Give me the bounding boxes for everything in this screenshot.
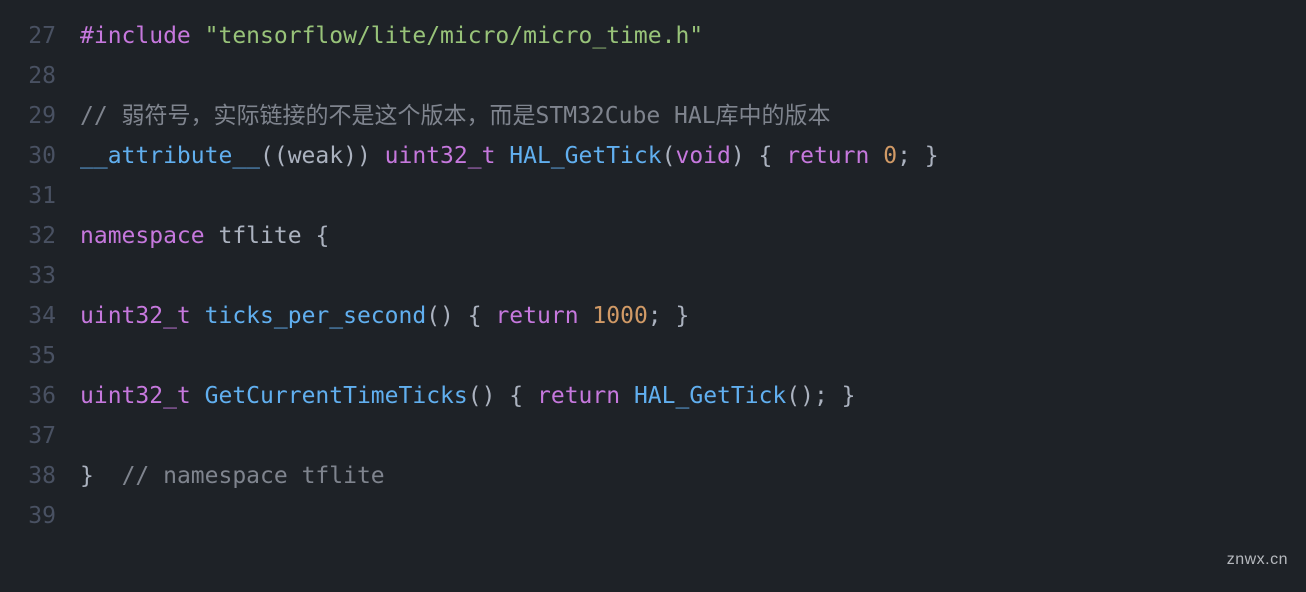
code-token: ; } xyxy=(648,303,690,329)
code-token: __attribute__ xyxy=(80,143,260,169)
code-token: return xyxy=(495,303,578,329)
code-line[interactable]: uint32_t GetCurrentTimeTicks() { return … xyxy=(80,376,939,416)
code-token: uint32_t xyxy=(80,303,191,329)
code-line[interactable] xyxy=(80,336,939,376)
line-number: 38 xyxy=(0,456,56,496)
code-token xyxy=(620,383,634,409)
code-token: { xyxy=(315,223,329,249)
code-line[interactable]: #include "tensorflow/lite/micro/micro_ti… xyxy=(80,16,939,56)
code-token: ) { xyxy=(731,143,786,169)
code-token: 0 xyxy=(883,143,897,169)
code-token: HAL_GetTick xyxy=(509,143,661,169)
code-line[interactable]: } // namespace tflite xyxy=(80,456,939,496)
code-token: // 弱符号，实际链接的不是这个版本，而是STM32Cube HAL库中的版本 xyxy=(80,103,831,129)
code-token: ((weak)) xyxy=(260,143,385,169)
code-token: ( xyxy=(662,143,676,169)
code-token: (); } xyxy=(786,383,855,409)
code-line[interactable]: uint32_t ticks_per_second() { return 100… xyxy=(80,296,939,336)
line-number: 32 xyxy=(0,216,56,256)
code-line[interactable] xyxy=(80,176,939,216)
line-number-gutter: 27282930313233343536373839 xyxy=(0,16,62,536)
code-token: tflite xyxy=(218,223,301,249)
code-token: // namespace tflite xyxy=(122,463,385,489)
code-token: GetCurrentTimeTicks xyxy=(205,383,468,409)
line-number: 39 xyxy=(0,496,56,536)
line-number: 33 xyxy=(0,256,56,296)
code-token: return xyxy=(786,143,869,169)
code-token: 1000 xyxy=(592,303,647,329)
line-number: 29 xyxy=(0,96,56,136)
code-line[interactable] xyxy=(80,56,939,96)
code-token: () { xyxy=(426,303,495,329)
line-number: 31 xyxy=(0,176,56,216)
line-number: 28 xyxy=(0,56,56,96)
line-number: 37 xyxy=(0,416,56,456)
code-token: uint32_t xyxy=(80,383,191,409)
code-token: ticks_per_second xyxy=(205,303,427,329)
code-token xyxy=(495,143,509,169)
code-token: return xyxy=(537,383,620,409)
line-number: 35 xyxy=(0,336,56,376)
code-token: uint32_t xyxy=(385,143,496,169)
code-token: void xyxy=(675,143,730,169)
code-content[interactable]: #include "tensorflow/lite/micro/micro_ti… xyxy=(62,16,939,536)
line-number: 27 xyxy=(0,16,56,56)
code-token xyxy=(94,463,122,489)
watermark-text: znwx.cn xyxy=(1227,540,1288,580)
line-number: 36 xyxy=(0,376,56,416)
code-token: HAL_GetTick xyxy=(634,383,786,409)
code-line[interactable]: // 弱符号，实际链接的不是这个版本，而是STM32Cube HAL库中的版本 xyxy=(80,96,939,136)
line-number: 30 xyxy=(0,136,56,176)
code-token: ; } xyxy=(897,143,939,169)
code-token xyxy=(191,303,205,329)
code-token: #include xyxy=(80,23,191,49)
code-token xyxy=(205,223,219,249)
code-editor[interactable]: 27282930313233343536373839 #include "ten… xyxy=(0,0,1306,536)
code-token xyxy=(302,223,316,249)
code-token: () { xyxy=(468,383,537,409)
code-line[interactable] xyxy=(80,416,939,456)
line-number: 34 xyxy=(0,296,56,336)
code-line[interactable]: namespace tflite { xyxy=(80,216,939,256)
code-token: } xyxy=(80,463,94,489)
code-token xyxy=(191,383,205,409)
code-line[interactable]: __attribute__((weak)) uint32_t HAL_GetTi… xyxy=(80,136,939,176)
code-token: namespace xyxy=(80,223,205,249)
code-token xyxy=(191,23,205,49)
code-token xyxy=(869,143,883,169)
code-token: "tensorflow/lite/micro/micro_time.h" xyxy=(205,23,704,49)
code-token xyxy=(579,303,593,329)
code-line[interactable] xyxy=(80,496,939,536)
code-line[interactable] xyxy=(80,256,939,296)
